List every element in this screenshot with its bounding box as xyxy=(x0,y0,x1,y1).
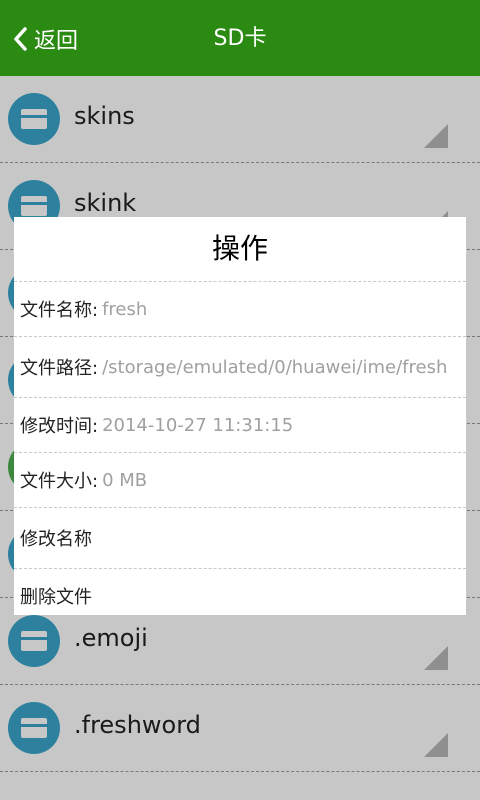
modified-time-label: 修改时间: xyxy=(20,416,99,437)
file-path-label: 文件路径: xyxy=(20,358,99,379)
file-path-row: 文件路径: /storage/emulated/0/huawei/ime/fre… xyxy=(14,336,466,397)
file-size-row: 文件大小: 0 MB xyxy=(14,452,466,507)
file-size-value: 0 MB xyxy=(102,469,148,491)
dialog-title: 操作 xyxy=(211,232,268,265)
rename-option[interactable]: 修改名称 xyxy=(14,507,466,568)
app-header: 返回 SD卡 xyxy=(0,0,480,76)
delete-option[interactable]: 删除文件 xyxy=(14,568,466,623)
rename-label: 修改名称 xyxy=(20,529,92,550)
page-title: SD卡 xyxy=(213,26,267,51)
modified-time-row: 修改时间: 2014-10-27 11:31:15 xyxy=(14,397,466,452)
file-size-label: 文件大小: xyxy=(20,471,99,492)
file-name-label: 文件名称: xyxy=(20,300,99,321)
file-name-value: fresh xyxy=(102,298,148,320)
delete-label: 删除文件 xyxy=(20,587,92,608)
modified-time-value: 2014-10-27 11:31:15 xyxy=(102,414,294,436)
operation-dialog: 操作 文件名称: fresh 文件路径: /storage/emulated/0… xyxy=(14,217,466,615)
file-name-row: 文件名称: fresh xyxy=(14,281,466,336)
file-path-value: /storage/emulated/0/huawei/ime/fresh xyxy=(102,356,448,378)
